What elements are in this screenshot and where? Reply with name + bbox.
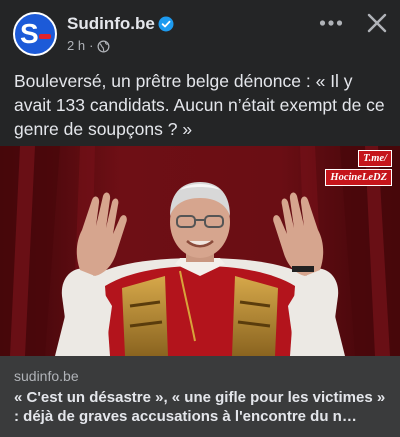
sudinfo-logo-icon: S [20, 18, 39, 49]
watermark-line-1: T.me/ [358, 150, 392, 167]
post-image[interactable]: T.me/ HocineLeDZ [0, 146, 400, 356]
watermark-line-2: HocineLeDZ [325, 169, 392, 186]
link-title[interactable]: « C'est un désastre », « une gifle pour … [14, 388, 390, 426]
meta-separator: · [89, 38, 94, 53]
avatar[interactable]: S [13, 12, 57, 56]
link-preview[interactable]: sudinfo.be « C'est un désastre », « une … [0, 356, 400, 437]
link-domain: sudinfo.be [14, 368, 79, 384]
logo-dash-icon [39, 34, 51, 39]
post-meta: 2 h · [67, 38, 110, 54]
post-time[interactable]: 2 h [67, 38, 85, 54]
post-header: S Sudinfo.be 2 h · [0, 0, 400, 62]
page-name[interactable]: Sudinfo.be [67, 13, 155, 35]
close-button[interactable] [362, 8, 392, 38]
globe-icon [97, 40, 110, 52]
watermark: T.me/ HocineLeDZ [314, 150, 392, 186]
post-text: Bouleversé, un prêtre belge dénonce : « … [14, 71, 385, 139]
close-icon [367, 13, 387, 33]
more-horizontal-icon [319, 20, 343, 26]
more-options-button[interactable] [316, 10, 346, 36]
verified-badge-icon [158, 16, 174, 32]
